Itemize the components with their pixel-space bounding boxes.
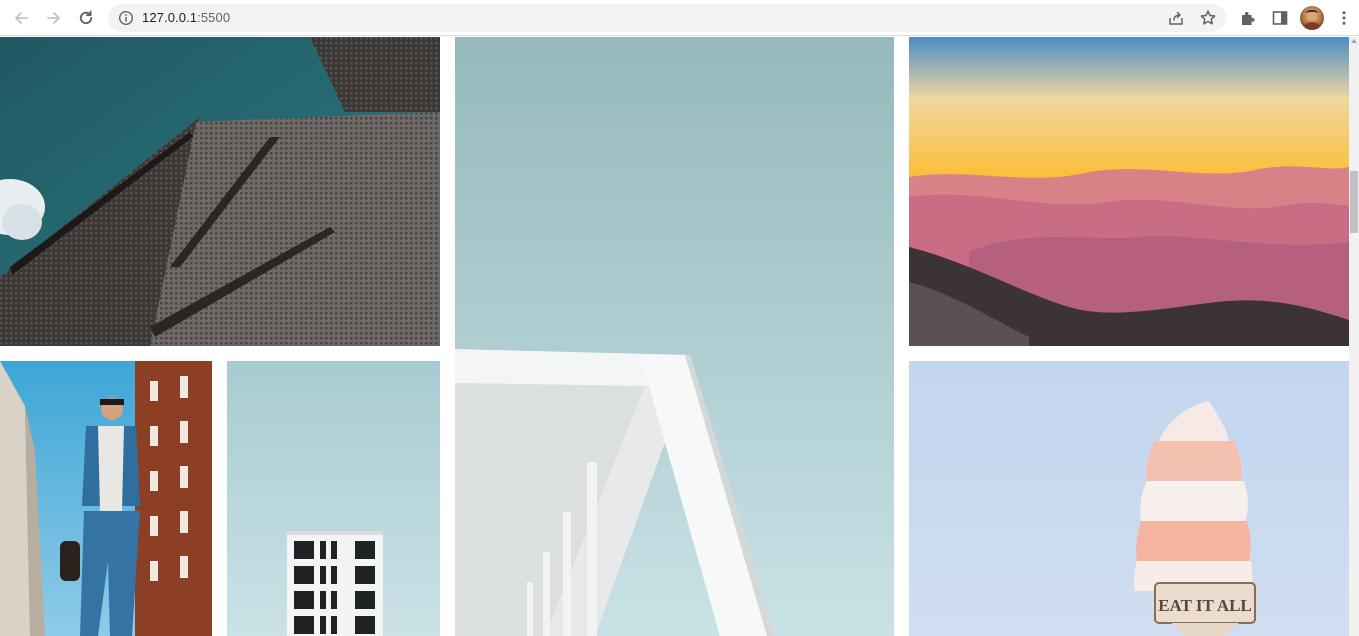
page-scrollbar[interactable]: [1349, 37, 1359, 636]
back-arrow-icon: [15, 12, 28, 24]
reload-icon: [79, 10, 93, 25]
forward-button[interactable]: [42, 6, 66, 30]
extensions-button[interactable]: [1236, 6, 1260, 30]
kebab-menu-icon: [1342, 11, 1346, 25]
side-panel-button[interactable]: [1268, 6, 1292, 30]
ice-cream-sign-text: EAT IT ALL: [1158, 596, 1252, 615]
ice-cream-image: EAT IT ALL: [909, 361, 1349, 636]
gallery-image-ice-cream[interactable]: EAT IT ALL: [909, 361, 1349, 636]
address-bar[interactable]: 127.0.0.1:5500: [108, 4, 1226, 32]
man-walking-image: [0, 361, 212, 636]
white-building-image: [455, 37, 894, 636]
share-icon: [1169, 11, 1183, 25]
forward-arrow-icon: [47, 12, 60, 24]
url-text[interactable]: 127.0.0.1:5500: [142, 4, 230, 32]
browser-toolbar: 127.0.0.1:5500: [0, 0, 1359, 36]
side-panel-icon: [1272, 11, 1288, 25]
gallery-image-mountains[interactable]: [909, 37, 1349, 346]
architecture-image: [0, 37, 440, 346]
gallery-image-tower[interactable]: [227, 361, 440, 636]
back-button[interactable]: [9, 6, 33, 30]
url-port: :5500: [197, 10, 231, 25]
mountains-image: [909, 37, 1349, 346]
gallery-image-architecture[interactable]: [0, 37, 440, 346]
bookmark-button[interactable]: [1196, 6, 1220, 30]
scroll-up-arrow-icon[interactable]: [1351, 39, 1357, 43]
tower-image: [227, 361, 440, 636]
page-viewport: EAT IT ALL: [0, 37, 1349, 636]
gallery-image-white-building[interactable]: [455, 37, 894, 636]
browser-menu-button[interactable]: [1332, 6, 1356, 30]
avatar[interactable]: [1300, 6, 1324, 30]
reload-button[interactable]: [74, 6, 98, 30]
info-icon[interactable]: [118, 10, 134, 26]
share-button[interactable]: [1164, 6, 1188, 30]
puzzle-icon: [1242, 12, 1255, 25]
star-icon: [1200, 10, 1216, 25]
url-host: 127.0.0.1: [142, 10, 198, 25]
scrollbar-thumb[interactable]: [1350, 171, 1358, 233]
gallery-image-man-walking[interactable]: [0, 361, 212, 636]
profile-photo: [1303, 10, 1321, 30]
